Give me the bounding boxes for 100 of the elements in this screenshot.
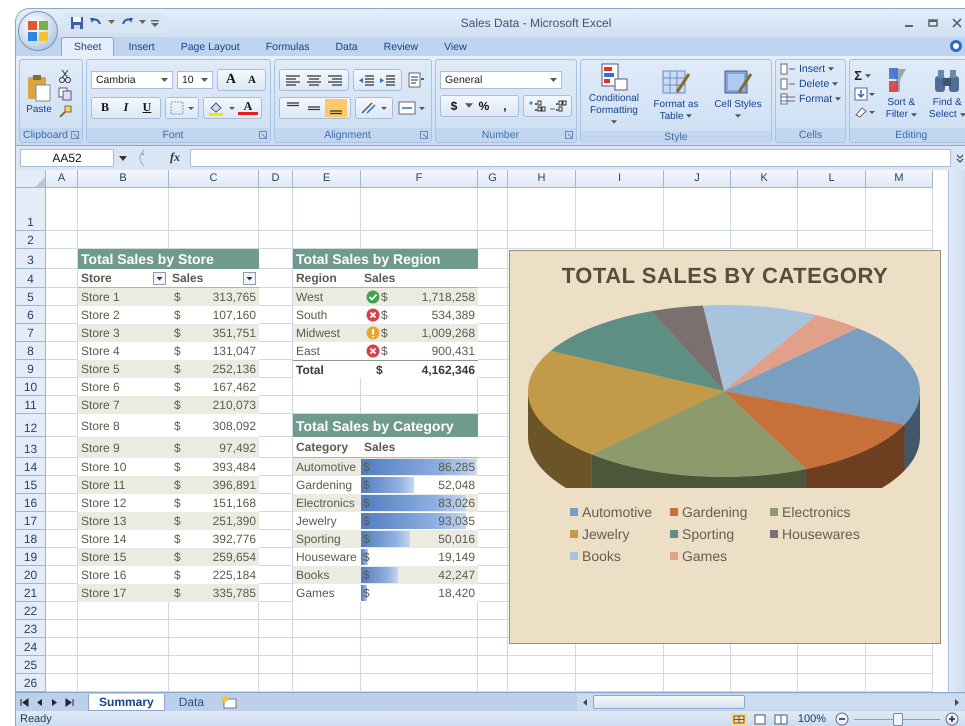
column-header[interactable]: C (169, 170, 259, 188)
row-header[interactable]: 23 (16, 620, 46, 638)
column-header[interactable]: J (664, 170, 731, 188)
column-header[interactable]: K (731, 170, 798, 188)
ribbon-tab[interactable]: Page Layout (168, 38, 252, 56)
row-header[interactable]: 12 (16, 414, 46, 438)
pie-slice[interactable] (724, 328, 920, 471)
cells-button[interactable]: Format (780, 92, 842, 106)
row-header[interactable]: 25 (16, 656, 46, 674)
font-style-button[interactable]: I (116, 100, 136, 116)
column-header[interactable]: F (361, 170, 478, 188)
filter-dropdown-icon[interactable] (243, 272, 256, 285)
caret-icon[interactable] (108, 20, 115, 26)
pie-slice[interactable] (702, 305, 816, 392)
row-header[interactable]: 26 (16, 674, 46, 692)
row-header[interactable]: 24 (16, 638, 46, 656)
scroll-left-icon[interactable] (581, 698, 589, 707)
vertical-scrollbar[interactable] (948, 170, 965, 692)
copy-icon[interactable] (58, 86, 72, 101)
row-header[interactable]: 3 (16, 249, 46, 270)
ribbon-tab[interactable]: Formulas (254, 38, 322, 56)
pie-slice[interactable] (528, 350, 724, 488)
row-header[interactable]: 22 (16, 602, 46, 620)
borders-icon[interactable] (168, 100, 195, 116)
row-header[interactable]: 21 (16, 584, 46, 602)
column-header[interactable]: A (46, 170, 78, 188)
font-name-dropdown[interactable]: Cambria (90, 70, 173, 89)
zoom-level-text[interactable]: 100% (794, 713, 830, 726)
fill-down-icon[interactable] (854, 87, 876, 102)
caret-icon[interactable] (139, 20, 146, 26)
zoom-slider-thumb[interactable] (893, 712, 903, 726)
maximize-icon[interactable] (927, 16, 939, 29)
normal-view-icon[interactable] (730, 712, 747, 726)
chart-area[interactable]: TOTAL SALES BY CATEGORY Automotive Gardening Electronics Jewelry Sporting Housewares Books Games (509, 250, 941, 644)
increase-decimal-icon[interactable] (526, 98, 547, 114)
cells-button[interactable]: Insert (780, 62, 834, 76)
orientation-icon[interactable] (358, 100, 389, 116)
row-header[interactable]: 15 (16, 476, 46, 494)
name-box[interactable]: AA52 (20, 148, 114, 167)
column-header[interactable]: E (293, 170, 361, 188)
first-sheet-icon[interactable] (20, 698, 29, 707)
scroll-right-icon[interactable] (953, 698, 961, 707)
page-layout-view-icon[interactable] (752, 712, 768, 726)
number-style-button[interactable]: % (474, 98, 494, 113)
zoom-slider[interactable] (854, 712, 940, 726)
ribbon-tab[interactable]: Sheet (61, 36, 114, 56)
editing-button[interactable]: Sort & Filter (880, 66, 922, 122)
worksheet-tab[interactable]: Summary (88, 694, 165, 711)
ribbon-tab[interactable]: Data (323, 38, 370, 56)
filter-dropdown-icon[interactable] (153, 272, 166, 285)
row-header[interactable]: 9 (16, 360, 46, 378)
style-button[interactable]: Conditional Formatting (584, 62, 643, 129)
caret-icon[interactable] (118, 154, 128, 162)
grow-font-button[interactable]: A (220, 72, 241, 88)
shrink-font-button[interactable]: A (242, 74, 262, 86)
pie-slice[interactable] (592, 391, 806, 488)
row-header[interactable]: 11 (16, 396, 46, 414)
row-header[interactable]: 20 (16, 566, 46, 584)
row-header[interactable]: 16 (16, 494, 46, 512)
row-header[interactable]: 17 (16, 512, 46, 530)
style-button[interactable]: Cell Styles (708, 68, 767, 123)
autosum-button[interactable]: Σ (854, 68, 872, 84)
last-sheet-icon[interactable] (65, 698, 74, 707)
caret-icon[interactable] (464, 103, 473, 108)
decrease-decimal-icon[interactable] (548, 98, 568, 114)
scrollbar-thumb[interactable] (593, 695, 745, 710)
number-style-button[interactable]: , (494, 98, 515, 113)
cells-button[interactable]: Delete (780, 76, 838, 91)
next-sheet-icon[interactable] (50, 698, 59, 707)
zoom-out-icon[interactable] (835, 712, 849, 726)
close-icon[interactable] (951, 16, 963, 29)
number-style-button[interactable]: $ (444, 98, 464, 113)
row-header[interactable]: 19 (16, 548, 46, 566)
worksheet-tab[interactable]: Data (168, 694, 214, 710)
number-format-dropdown[interactable]: General (440, 70, 562, 89)
row-header[interactable]: 8 (16, 342, 46, 360)
paste-button[interactable]: Paste (24, 72, 54, 115)
customize-toolbar-icon[interactable] (151, 18, 159, 27)
formula-input[interactable] (190, 148, 951, 167)
editing-button[interactable]: Find & Select (926, 66, 965, 122)
eraser-icon[interactable] (854, 105, 876, 120)
row-header[interactable]: 2 (16, 231, 46, 250)
row-header[interactable]: 18 (16, 530, 46, 548)
font-style-button[interactable]: B (94, 100, 115, 116)
save-icon[interactable] (70, 16, 84, 30)
horizontal-scrollbar[interactable] (577, 694, 965, 710)
style-button[interactable]: Format as Table (646, 68, 705, 123)
row-header[interactable]: 6 (16, 306, 46, 324)
row-header[interactable]: 4 (16, 269, 46, 288)
ribbon-tab[interactable]: Review (372, 38, 430, 56)
font-style-button[interactable]: U (136, 100, 157, 116)
pie-slice[interactable] (724, 391, 905, 488)
font-size-dropdown[interactable]: 10 (176, 70, 213, 89)
column-header[interactable]: L (798, 170, 866, 188)
row-header[interactable]: 14 (16, 458, 46, 476)
column-header[interactable]: G (478, 170, 508, 188)
column-header[interactable]: I (576, 170, 664, 188)
previous-sheet-icon[interactable] (35, 698, 44, 707)
column-header[interactable]: B (78, 170, 169, 188)
office-logo-icon[interactable] (26, 19, 50, 43)
